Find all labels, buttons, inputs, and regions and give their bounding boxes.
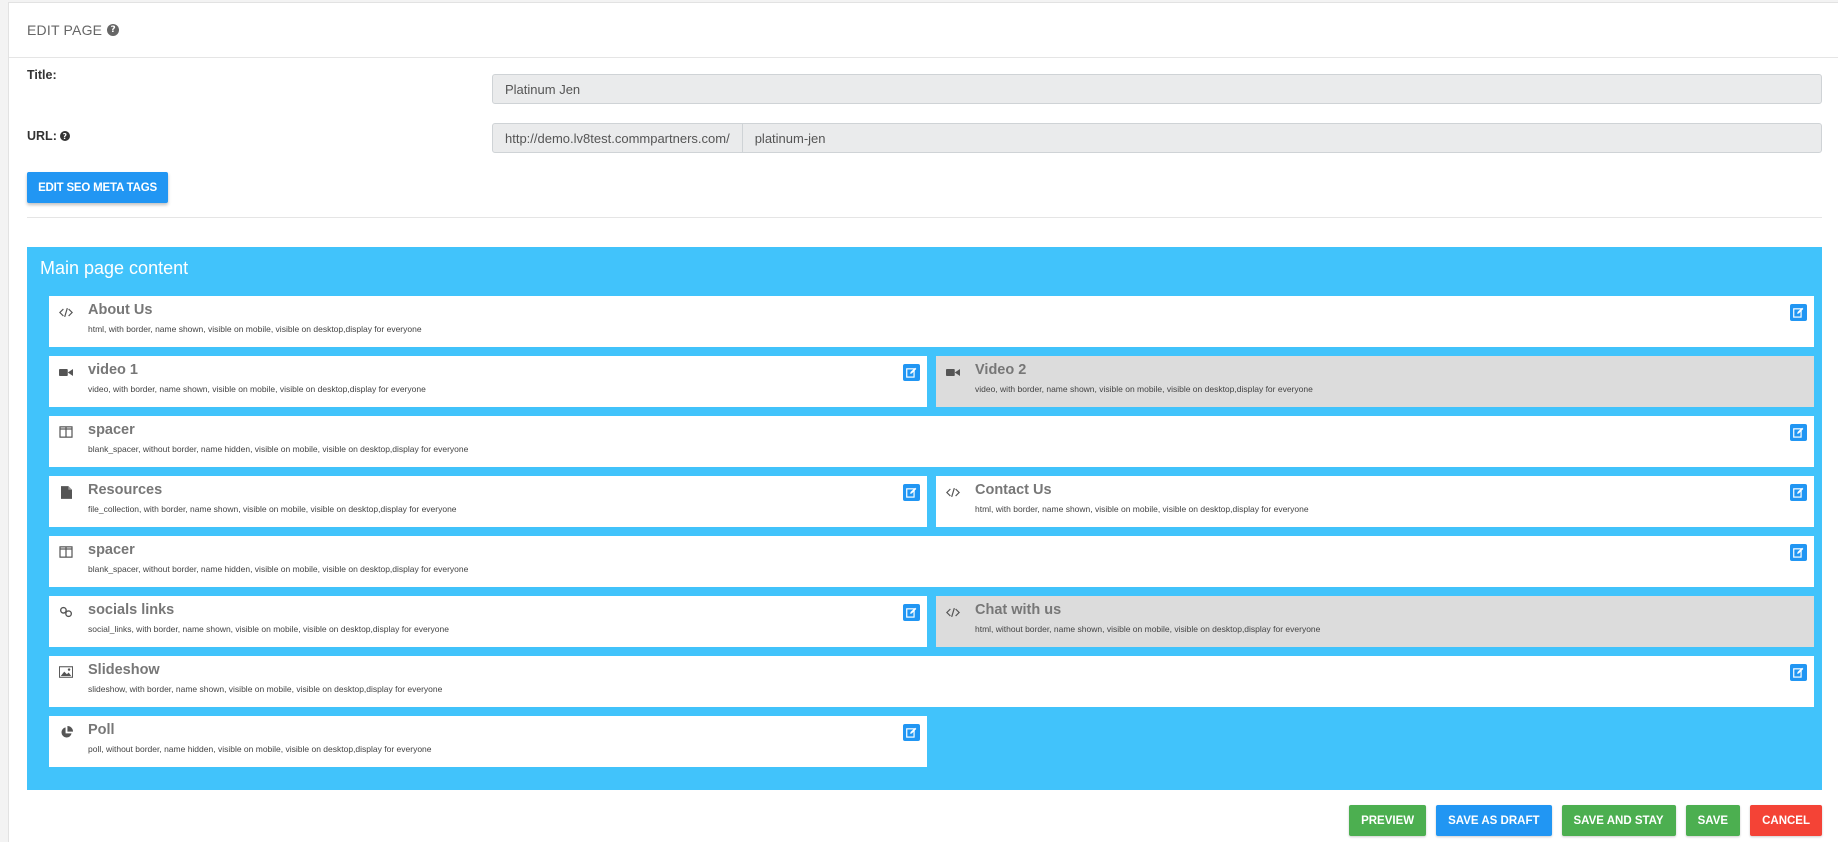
- url-help-icon[interactable]: ?: [59, 131, 70, 141]
- content-block[interactable]: socials links social_links, with border, …: [49, 596, 927, 647]
- block-name: spacer: [88, 422, 135, 438]
- code-icon: [945, 485, 961, 499]
- content-title: Main page content: [40, 258, 189, 278]
- content-block[interactable]: video 1 video, with border, name shown, v…: [49, 356, 927, 407]
- title-row: Title: Platinum Jen: [19, 61, 1822, 104]
- content-block[interactable]: Poll poll, without border, name hidden, v…: [49, 716, 927, 767]
- video-camera-icon: [945, 365, 961, 379]
- action-bar: PREVIEW SAVE AS DRAFT SAVE AND STAY SAVE…: [1349, 805, 1822, 836]
- title-label: Title:: [27, 68, 57, 82]
- columns-icon: [58, 425, 74, 439]
- block-name: Slideshow: [88, 662, 160, 678]
- edit-icon[interactable]: [1790, 544, 1807, 561]
- columns-icon: [58, 545, 74, 559]
- content-block[interactable]: spacer blank_spacer, without border, name…: [49, 416, 1814, 467]
- title-value: Platinum Jen: [505, 81, 581, 97]
- edit-icon[interactable]: [1790, 304, 1807, 321]
- edit-seo-meta-tags-button[interactable]: EDIT SEO META TAGS: [27, 172, 168, 203]
- url-field[interactable]: http://demo.lv8test.commpartners.com/ pl…: [492, 123, 1822, 153]
- content-block[interactable]: Contact Us html, with border, name shown,…: [936, 476, 1814, 527]
- url-row: URL: ? http://demo.lv8test.commpartners.…: [19, 110, 1822, 153]
- help-icon[interactable]: ?: [107, 24, 120, 36]
- content-block[interactable]: About Us html, with border, name shown, v…: [49, 296, 1814, 347]
- divider: [27, 217, 1822, 218]
- edit-icon[interactable]: [903, 364, 920, 381]
- link-icon: [58, 605, 74, 619]
- block-name: About Us: [88, 302, 153, 318]
- url-label: URL:: [27, 129, 57, 143]
- edit-icon[interactable]: [1790, 664, 1807, 681]
- block-description: poll, without border, name hidden, visib…: [88, 744, 432, 754]
- block-description: blank_spacer, without border, name hidde…: [88, 564, 469, 574]
- edit-icon[interactable]: [1790, 424, 1807, 441]
- code-icon: [58, 305, 74, 319]
- page-title: EDIT PAGE: [27, 22, 103, 38]
- block-name: Resources: [88, 482, 163, 498]
- code-icon: [945, 605, 961, 619]
- title-field[interactable]: Platinum Jen: [492, 74, 1822, 104]
- block-name: video 1: [88, 362, 138, 378]
- preview-button[interactable]: PREVIEW: [1349, 805, 1427, 836]
- block-description: video, with border, name shown, visible …: [975, 384, 1313, 394]
- block-description: slideshow, with border, name shown, visi…: [88, 684, 443, 694]
- block-name: Poll: [88, 722, 115, 738]
- edit-icon[interactable]: [903, 484, 920, 501]
- cancel-button[interactable]: CANCEL: [1750, 805, 1822, 836]
- edit-icon[interactable]: [903, 724, 920, 741]
- content-block[interactable]: Video 2 video, with border, name shown, v…: [936, 356, 1814, 407]
- block-name: Video 2: [975, 362, 1027, 378]
- content-block[interactable]: spacer blank_spacer, without border, name…: [49, 536, 1814, 587]
- url-slug: platinum-jen: [754, 130, 826, 146]
- file-icon: [58, 485, 74, 499]
- url-label-wrap: URL: ?: [27, 129, 70, 143]
- save-as-draft-button[interactable]: SAVE AS DRAFT: [1436, 805, 1552, 836]
- block-description: html, with border, name shown, visible o…: [975, 504, 1309, 514]
- image-icon: [58, 665, 74, 679]
- url-prefix: http://demo.lv8test.commpartners.com/: [493, 124, 743, 152]
- edit-icon[interactable]: [903, 604, 920, 621]
- block-description: social_links, with border, name shown, v…: [88, 624, 449, 634]
- block-description: html, without border, name shown, visibl…: [975, 624, 1321, 634]
- pie-chart-icon: [58, 725, 74, 739]
- block-description: video, with border, name shown, visible …: [88, 384, 426, 394]
- block-name: Chat with us: [975, 602, 1062, 618]
- content-block[interactable]: Chat with us html, without border, name s…: [936, 596, 1814, 647]
- content-block[interactable]: Resources file_collection, with border, n…: [49, 476, 927, 527]
- block-name: socials links: [88, 602, 175, 618]
- block-name: Contact Us: [975, 482, 1052, 498]
- block-name: spacer: [88, 542, 135, 558]
- main-content-area: Main page content About Us html, with bor…: [27, 247, 1822, 790]
- save-button[interactable]: SAVE: [1685, 805, 1741, 836]
- block-description: blank_spacer, without border, name hidde…: [88, 444, 469, 454]
- block-description: html, with border, name shown, visible o…: [88, 324, 422, 334]
- block-description: file_collection, with border, name shown…: [88, 504, 457, 514]
- content-block[interactable]: Slideshow slideshow, with border, name sh…: [49, 656, 1814, 707]
- edit-icon[interactable]: [1790, 484, 1807, 501]
- panel-header: EDIT PAGE ?: [9, 3, 1838, 58]
- save-and-stay-button[interactable]: SAVE AND STAY: [1561, 805, 1676, 836]
- video-camera-icon: [58, 365, 74, 379]
